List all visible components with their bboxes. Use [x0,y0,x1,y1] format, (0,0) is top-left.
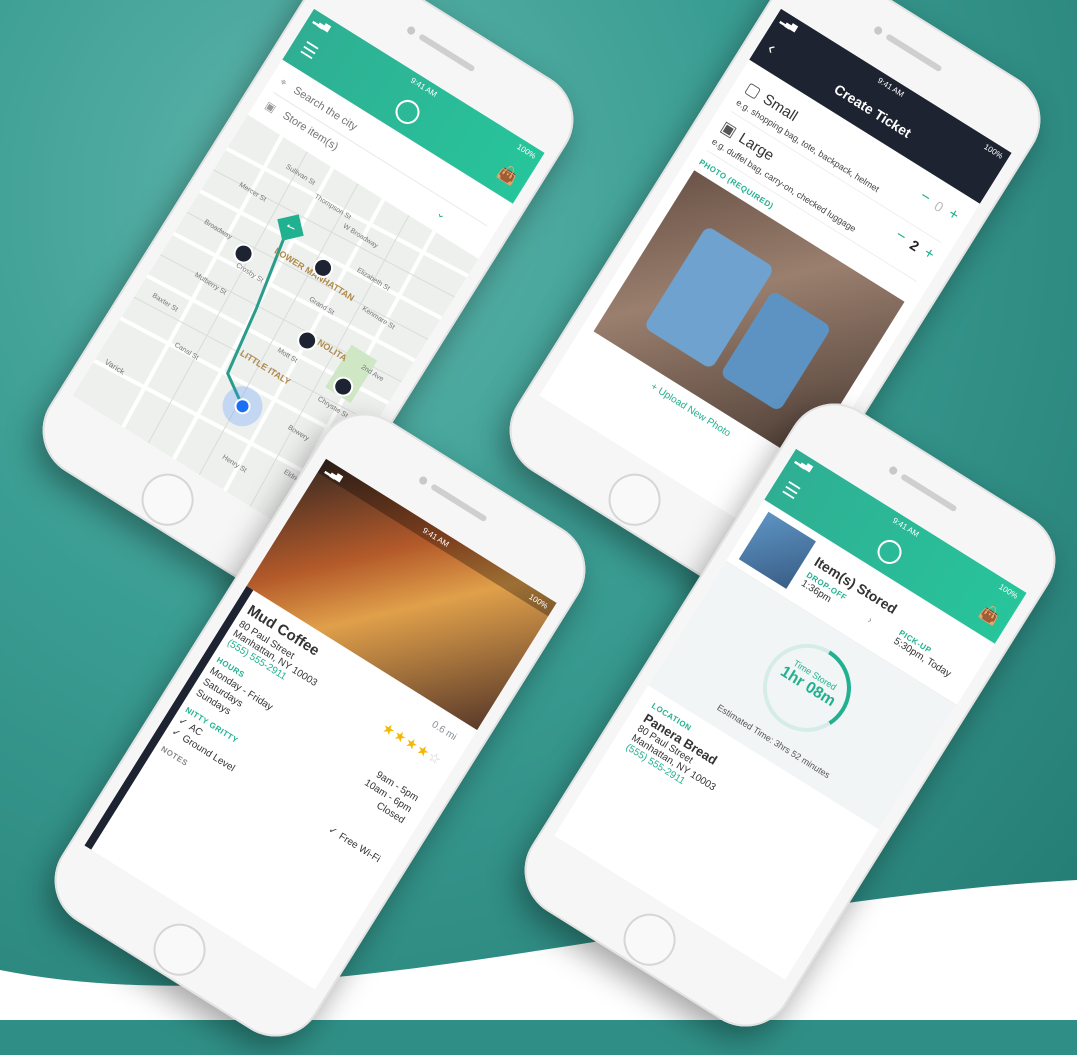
battery-level: 100% [527,591,550,611]
speaker [885,33,943,73]
status-time: 9:41 AM [421,525,451,549]
speaker [418,33,476,73]
speaker [900,473,958,513]
logo-icon [873,535,907,569]
signal-icon: ▂▄▆ [324,464,345,483]
logo-icon [391,95,425,129]
menu-icon[interactable]: ☰ [779,477,803,503]
front-camera [872,25,884,37]
front-camera [405,25,417,37]
check-icon: ✓ [169,726,183,741]
decrement-small-button[interactable]: − [916,188,934,208]
menu-icon[interactable]: ☰ [297,37,321,63]
bag-icon[interactable]: 👜 [976,601,1003,629]
speaker [430,483,488,523]
back-arrow-icon[interactable]: ‹ [764,37,780,58]
check-icon: ✓ [176,715,190,730]
large-luggage-icon: ▣ [717,118,740,141]
header-spacer [971,172,983,179]
location-pin-icon: ⌖ [277,75,290,89]
chevron-right-icon: › [865,614,875,626]
decrement-large-button[interactable]: − [892,227,909,247]
check-icon: ✓ [326,824,340,839]
small-count: 0 [931,197,947,216]
increment-large-button[interactable]: + [920,244,937,264]
small-bag-icon: ▢ [741,79,764,102]
increment-small-button[interactable]: + [944,205,962,225]
front-camera [417,475,429,487]
luggage-icon: ▣ [262,99,279,115]
large-count: 2 [907,236,923,255]
front-camera [887,465,899,477]
bag-icon[interactable]: 👜 [494,161,521,189]
